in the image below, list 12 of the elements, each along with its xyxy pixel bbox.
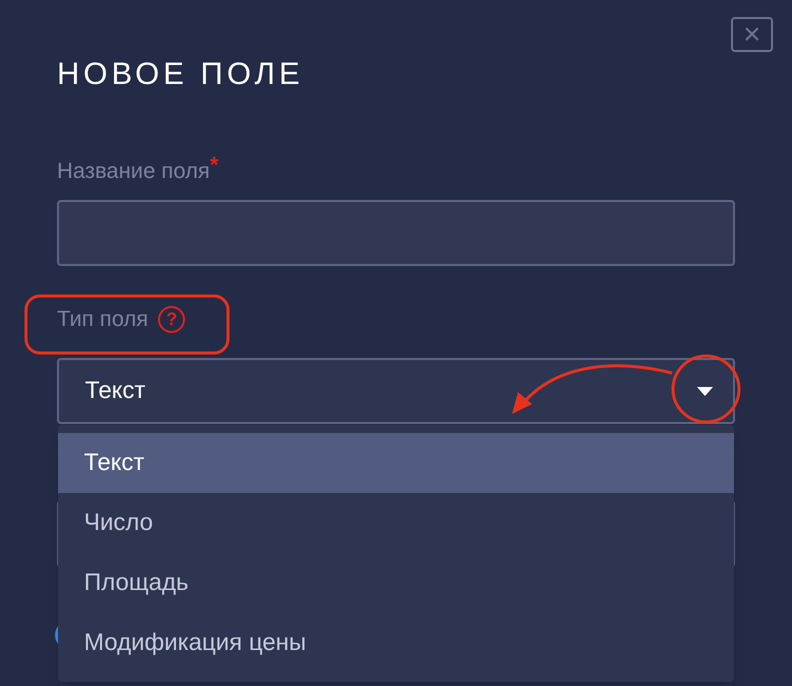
required-mark: * [210,156,218,174]
dropdown-option[interactable]: Текст [58,433,734,493]
select-field[interactable]: Текст [57,358,735,424]
dropdown-option[interactable]: Площадь [58,553,734,613]
caret-icon [697,386,713,396]
field-label: Название поля [57,157,210,185]
dropdown-option[interactable]: Модификация цены [58,613,734,673]
dialog-title: НОВОЕ ПОЛЕ [57,56,305,92]
input-field[interactable] [57,200,735,266]
dropdown-option[interactable]: Число [58,493,734,553]
highlight-circle [672,354,740,424]
field-label: Тип поля [57,305,148,333]
